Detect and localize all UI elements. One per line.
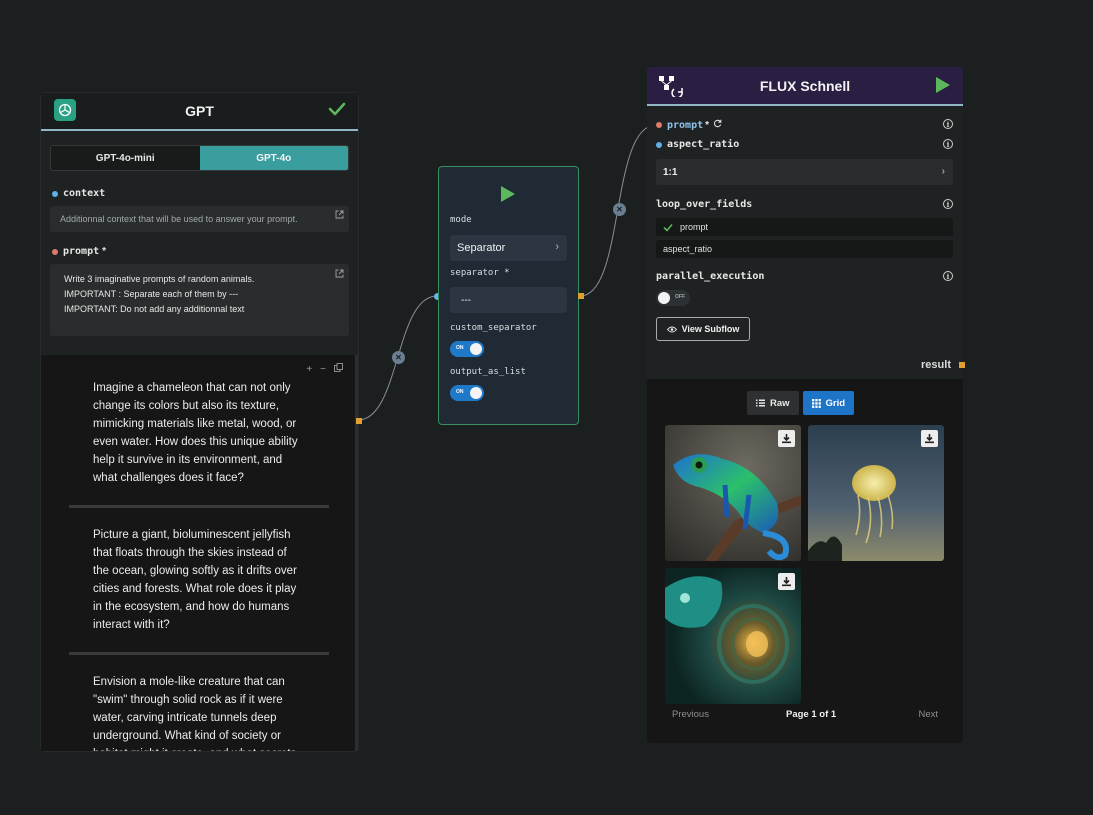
page-info: Page 1 of 1 — [786, 709, 837, 720]
prompt-input-port[interactable] — [52, 248, 58, 255]
info-icon[interactable]: i — [943, 139, 953, 149]
run-play-icon[interactable] — [500, 185, 516, 208]
context-field-label: context — [52, 188, 105, 199]
loop-field-prompt[interactable]: prompt — [656, 218, 953, 236]
info-icon[interactable]: i — [943, 199, 953, 209]
result-image-jellyfish[interactable] — [808, 425, 944, 561]
openai-logo-icon — [54, 99, 76, 121]
loop-refresh-icon — [713, 119, 722, 131]
result-image-chameleon[interactable] — [665, 425, 801, 561]
gpt-output-text: Imagine a chameleon that can not only ch… — [69, 375, 329, 751]
output-paragraph: Envision a mole-like creature that can "… — [93, 676, 296, 751]
context-input-port[interactable] — [52, 190, 58, 197]
output-scrollbar[interactable] — [355, 355, 358, 751]
zoom-in-icon[interactable]: + — [306, 364, 312, 375]
aspect-ratio-select[interactable]: 1:1 › — [656, 159, 953, 185]
grid-view-button[interactable]: Grid — [802, 391, 855, 415]
previous-page-button[interactable]: Previous — [672, 709, 709, 720]
flux-result-port[interactable] — [959, 362, 965, 368]
mode-select[interactable]: Separator › — [450, 235, 567, 261]
loop-subflow-icon — [658, 75, 684, 102]
grid-icon — [811, 398, 821, 408]
custom-separator-toggle[interactable]: ON — [450, 341, 484, 357]
gpt-output-area[interactable]: + − Imagine a chameleon that can not onl… — [41, 355, 355, 751]
separator-label: separator * — [450, 268, 510, 278]
next-page-button[interactable]: Next — [918, 709, 938, 720]
eye-icon — [666, 326, 677, 332]
separator-input[interactable]: --- — [450, 287, 567, 313]
success-check-icon — [328, 101, 346, 122]
gpt-output-port[interactable] — [356, 418, 362, 424]
flux-prompt-port[interactable] — [656, 122, 662, 128]
flux-output-area: Raw Grid Previous Page 1 of 1 Next — [647, 379, 963, 743]
expand-external-icon[interactable] — [335, 268, 344, 283]
output-paragraph: Picture a giant, bioluminescent jellyfis… — [93, 529, 297, 631]
splitter-output-port[interactable] — [578, 293, 584, 299]
copy-icon[interactable] — [334, 363, 343, 375]
mode-label: mode — [450, 215, 472, 225]
gpt-node-title: GPT — [185, 103, 214, 119]
output-as-list-toggle[interactable]: ON — [450, 385, 484, 401]
checkmark-icon — [663, 223, 673, 232]
output-paragraph: Imagine a chameleon that can not only ch… — [93, 382, 298, 484]
flux-node[interactable]: FLUX Schnell prompt * i aspect_ratio i 1… — [647, 67, 963, 743]
download-icon[interactable] — [778, 573, 795, 590]
prompt-field-label: prompt * — [52, 246, 106, 257]
loop-over-fields-label: loop_over_fields — [656, 199, 753, 210]
parallel-execution-label: parallel_execution — [656, 271, 765, 282]
expand-external-icon[interactable] — [335, 210, 344, 221]
parallel-execution-toggle[interactable]: OFF — [656, 290, 690, 306]
result-image-tunnel[interactable] — [665, 568, 801, 704]
info-icon[interactable]: i — [943, 271, 953, 281]
flux-prompt-label: prompt * — [656, 119, 722, 131]
flux-node-title: FLUX Schnell — [759, 77, 851, 94]
wire-delete-icon[interactable]: ✕ — [613, 203, 626, 216]
run-play-icon[interactable] — [935, 76, 951, 99]
output-separator — [69, 652, 329, 655]
result-output-label: result — [921, 359, 951, 371]
gpt-node[interactable]: GPT GPT-4o-mini GPT-4o context Additionn… — [41, 93, 358, 751]
aspect-ratio-label: aspect_ratio — [656, 139, 739, 150]
gpt-node-header[interactable]: GPT — [41, 93, 358, 131]
download-icon[interactable] — [921, 430, 938, 447]
output-toolbar: + − — [306, 363, 343, 375]
info-icon[interactable]: i — [943, 119, 953, 129]
view-mode-toggle[interactable]: Raw Grid — [747, 391, 855, 415]
chevron-right-icon: › — [941, 166, 945, 177]
splitter-node[interactable]: mode Separator › separator * --- custom_… — [438, 166, 579, 425]
pagination: Previous Page 1 of 1 Next — [647, 709, 963, 729]
list-icon — [756, 399, 765, 407]
context-input[interactable]: Additionnal context that will be used to… — [50, 206, 349, 232]
flux-node-header[interactable]: FLUX Schnell — [647, 67, 963, 106]
model-option-gpt-4o[interactable]: GPT-4o — [199, 146, 348, 170]
output-separator — [69, 505, 329, 508]
output-as-list-label: output_as_list — [450, 367, 526, 377]
zoom-out-icon[interactable]: − — [320, 364, 326, 375]
loop-field-aspect-ratio[interactable]: aspect_ratio — [656, 240, 953, 258]
custom-separator-label: custom_separator — [450, 323, 537, 333]
model-option-gpt-4o-mini[interactable]: GPT-4o-mini — [51, 146, 200, 170]
chevron-right-icon: › — [555, 241, 559, 253]
download-icon[interactable] — [778, 430, 795, 447]
prompt-input[interactable]: Write 3 imaginative prompts of random an… — [50, 264, 349, 336]
aspect-ratio-port[interactable] — [656, 141, 662, 148]
view-subflow-button[interactable]: View Subflow — [656, 317, 750, 341]
wire-delete-icon[interactable]: ✕ — [392, 351, 405, 364]
model-switch[interactable]: GPT-4o-mini GPT-4o — [50, 145, 349, 171]
raw-view-button[interactable]: Raw — [747, 391, 799, 415]
